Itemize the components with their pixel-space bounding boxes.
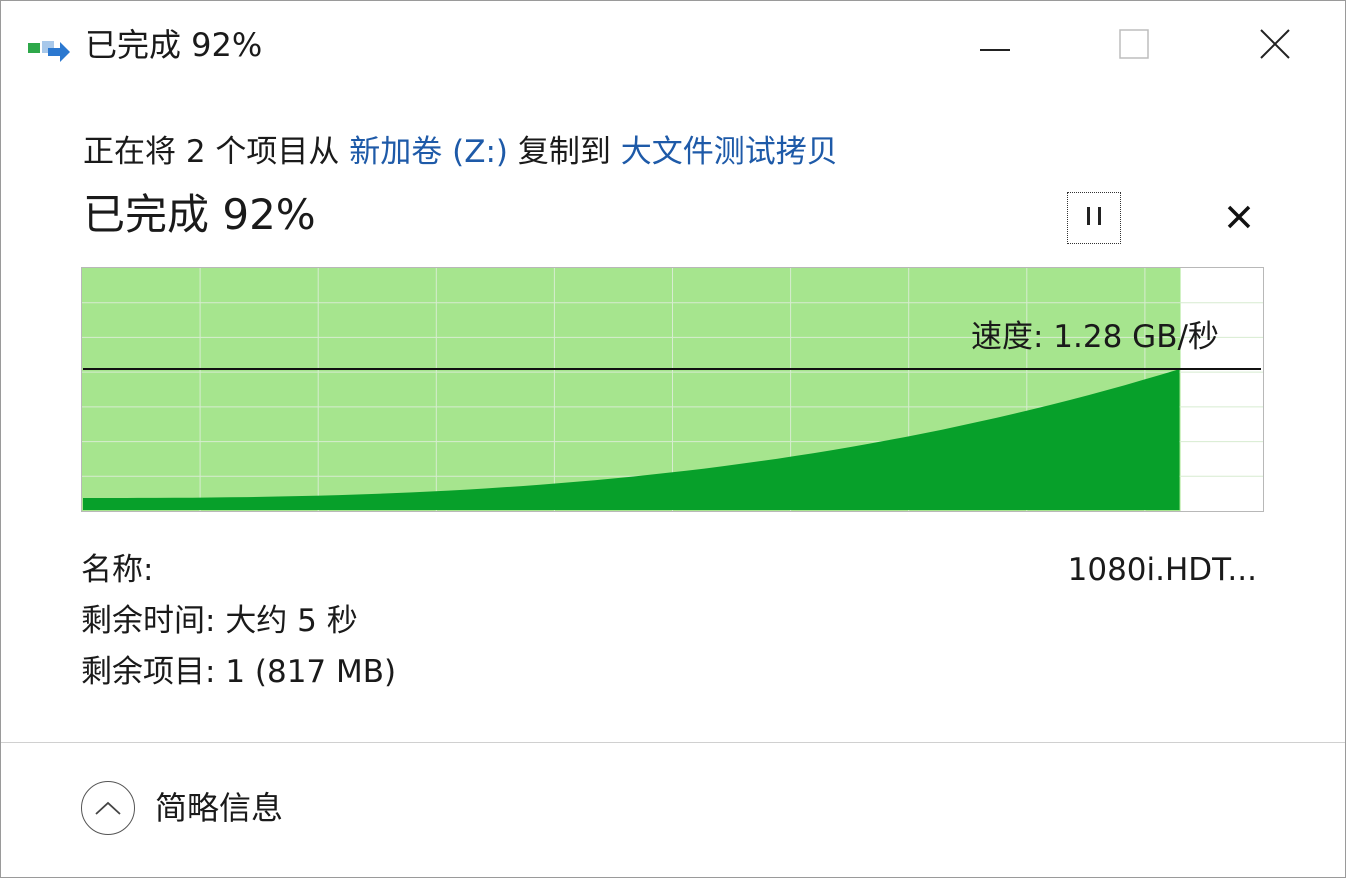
window-title: 已完成 92%: [85, 26, 263, 64]
source-link[interactable]: 新加卷 (Z:): [349, 134, 508, 170]
less-details-button[interactable]: 简略信息: [81, 781, 283, 835]
items-remaining-value: 1 (817 MB): [225, 654, 397, 690]
time-remaining-value: 大约 5 秒: [225, 603, 358, 639]
cancel-icon: [1227, 205, 1251, 233]
minimize-icon: [980, 37, 1010, 56]
items-remaining-label: 剩余项目:: [81, 654, 226, 690]
close-window-button[interactable]: [1252, 23, 1298, 69]
name-label: 名称:: [81, 552, 154, 588]
copy-progress-icon: [28, 37, 74, 65]
speed-graph: [81, 267, 1264, 512]
chevron-up-icon: [81, 781, 135, 835]
less-details-label: 简略信息: [155, 789, 284, 827]
time-remaining-row: 剩余时间: 大约 5 秒: [81, 598, 358, 644]
copy-middle: 复制到: [508, 134, 621, 170]
file-name-value: 1080i.HDT...: [1067, 552, 1257, 588]
title-bar[interactable]: 已完成 92%: [1, 1, 1345, 93]
progress-status: 已完成 92%: [83, 190, 316, 239]
speed-label: 速度: 1.28 GB/秒: [971, 319, 1219, 355]
items-remaining-row: 剩余项目: 1 (817 MB): [81, 649, 396, 695]
close-icon: [1259, 28, 1291, 64]
name-row: 名称:: [81, 547, 153, 593]
destination-link[interactable]: 大文件测试拷贝: [621, 134, 838, 170]
copy-description: 正在将 2 个项目从 新加卷 (Z:) 复制到 大文件测试拷贝: [83, 129, 838, 175]
cancel-copy-button[interactable]: [1215, 197, 1263, 241]
footer-divider: [1, 742, 1345, 743]
pause-icon: [1083, 205, 1105, 231]
pause-button[interactable]: [1067, 192, 1121, 244]
time-remaining-label: 剩余时间:: [81, 603, 226, 639]
maximize-icon: [1119, 29, 1149, 63]
copy-dialog: 已完成 92% 正在将 2 个项目从 新加卷 (Z:) 复制到 大文件测试拷贝 …: [0, 0, 1346, 878]
maximize-button[interactable]: [1111, 23, 1157, 69]
copy-prefix: 正在将 2 个项目从: [83, 134, 350, 170]
minimize-button[interactable]: [972, 23, 1018, 69]
